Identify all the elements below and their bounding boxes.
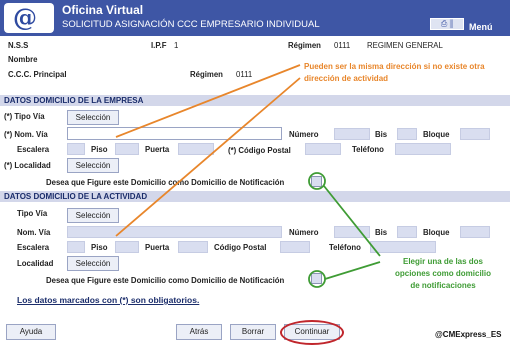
green-circle-empresa <box>308 172 326 190</box>
green-arrow-empresa <box>323 185 381 257</box>
annotation-arrows <box>115 64 381 288</box>
green-circle-actividad <box>308 270 326 288</box>
green-arrow-actividad <box>324 261 381 280</box>
